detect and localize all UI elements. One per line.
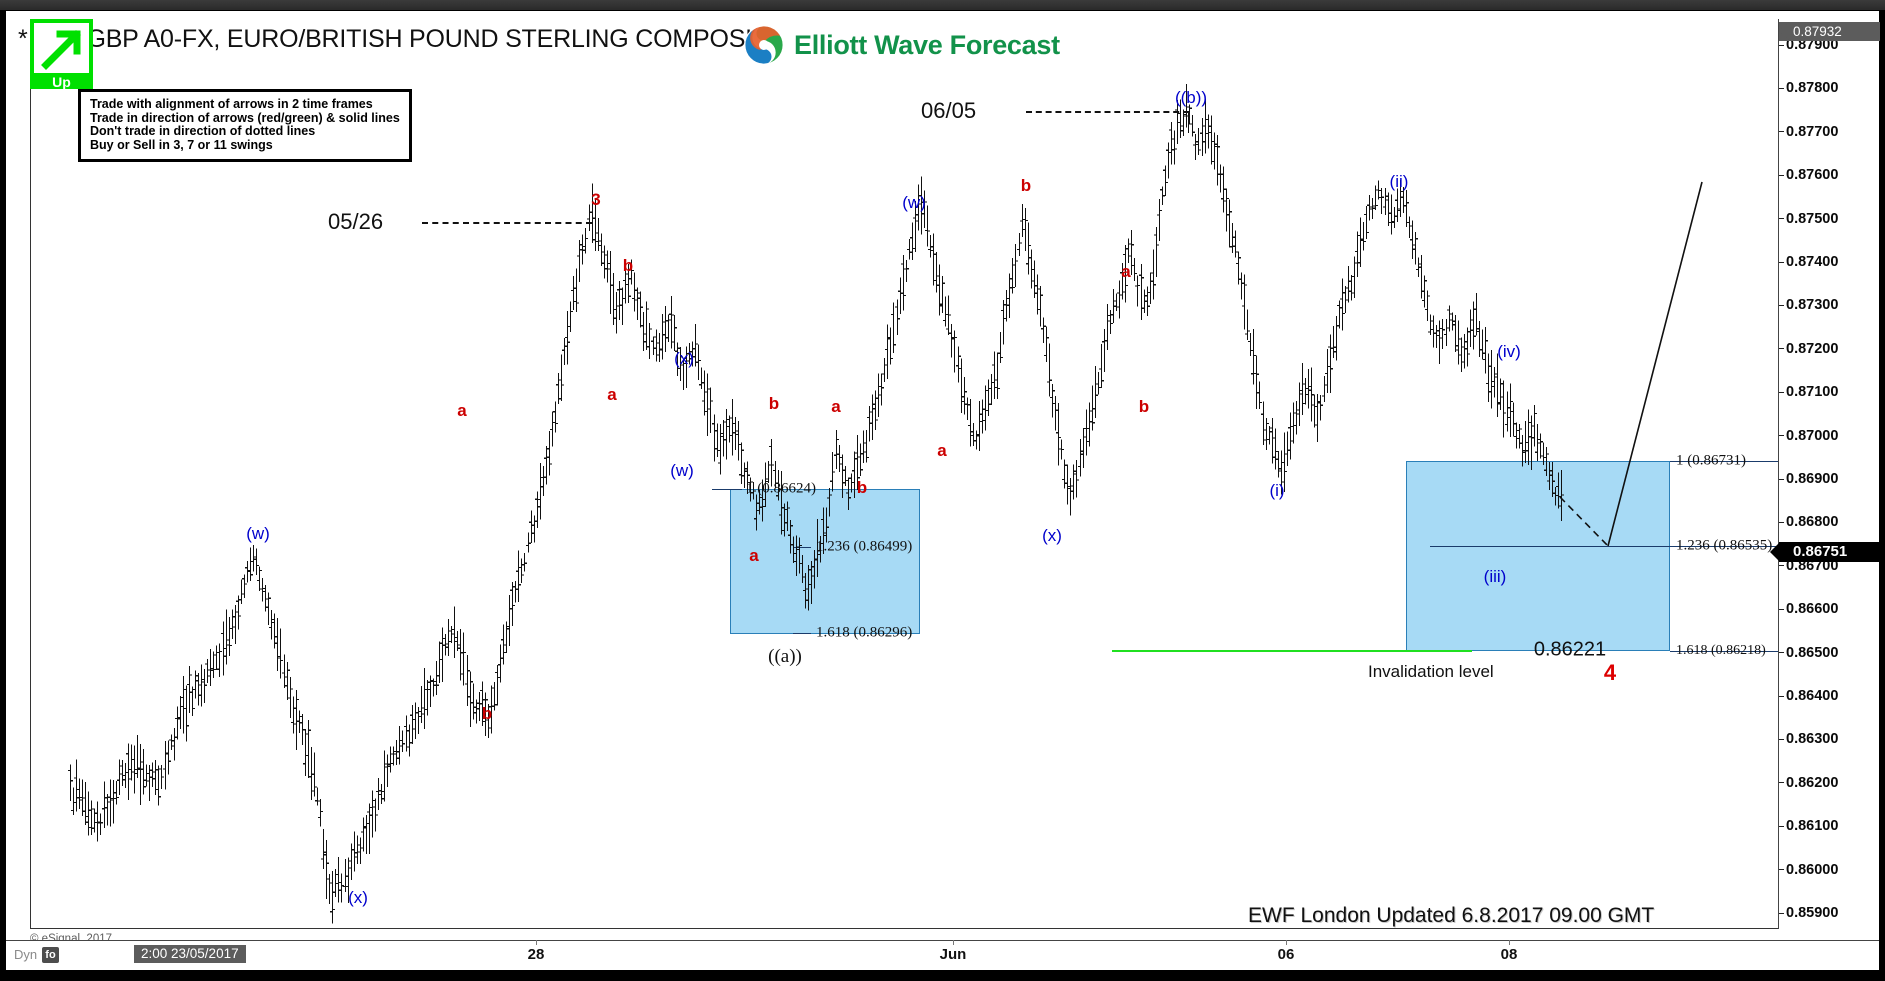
- time-cursor-label: 2:00 23/05/2017: [134, 945, 246, 963]
- last-price-label: 0.86751: [1770, 542, 1880, 562]
- time-tickmark: [953, 940, 954, 945]
- wave-label-a-double: ((a)): [768, 646, 802, 667]
- time-tick: 06: [1277, 946, 1295, 963]
- wave-label-4: 4: [1603, 660, 1617, 685]
- wave-label-w-13: (w): [902, 193, 926, 212]
- price-tick: 0.86200: [1779, 775, 1880, 791]
- forecast-dashed-path: [1559, 496, 1609, 547]
- update-stamp: EWF London Updated 6.8.2017 09.00 GMT: [1248, 904, 1655, 927]
- left-fib-label-1236: 1.236 (0.86499): [816, 538, 913, 555]
- time-tick: 08: [1500, 946, 1518, 963]
- price-tick: 0.87200: [1779, 341, 1880, 357]
- time-tickmark: [536, 940, 537, 945]
- price-tick: 0.87400: [1779, 254, 1880, 270]
- price-tick: 0.86800: [1779, 514, 1880, 530]
- price-tick: 0.85900: [1779, 905, 1880, 921]
- time-tickmark: [1286, 940, 1287, 945]
- trend-up-badge: Up: [30, 19, 93, 90]
- time-axis[interactable]: Dyn fo 2:00 23/05/2017 28 Jun 06 08: [6, 940, 1879, 970]
- wave-label-b-15: b: [1020, 176, 1032, 195]
- wave-label-b-5: b: [622, 256, 634, 275]
- wave-label-a-11: a: [831, 397, 841, 416]
- date-lead-0605: [1026, 111, 1189, 113]
- price-tick: 0.86100: [1779, 818, 1880, 834]
- invalidation-price: 0.86221: [1533, 638, 1607, 661]
- wave-label-b-19: b: [1138, 397, 1150, 416]
- fo-badge-icon[interactable]: fo: [42, 947, 59, 963]
- price-tick: 0.86600: [1779, 601, 1880, 617]
- wave-label-a-18: a: [1121, 262, 1131, 281]
- wave-label-a-6: a: [607, 385, 617, 404]
- price-plot: 1 (0.86624) 1.236 (0.86499) 1.618 (0.862…: [30, 19, 1778, 929]
- price-tick: 0.87800: [1779, 80, 1880, 96]
- price-tick: 0.87300: [1779, 297, 1880, 313]
- chart-canvas: * EURGBP A0-FX, EURO/BRITISH POUND STERL…: [6, 11, 1880, 970]
- arrow-up-right-icon: [34, 23, 89, 73]
- wave-label-x-7: (x): [674, 349, 694, 368]
- time-tickmark: [1509, 940, 1510, 945]
- price-tick: 0.86300: [1779, 731, 1880, 747]
- wave-label-i-20: (i): [1269, 481, 1285, 500]
- price-tick: 0.86000: [1779, 862, 1880, 878]
- date-tag-0605: 06/05: [921, 98, 977, 123]
- forecast-solid-path: [1607, 181, 1703, 547]
- price-tick: 0.87100: [1779, 384, 1880, 400]
- price-cursor-label: 0.87932: [1779, 22, 1880, 41]
- price-tick: 0.86500: [1779, 645, 1880, 661]
- right-fib-label-1236: 1.236 (0.86535): [1676, 537, 1773, 554]
- wave-label-a-14: a: [937, 441, 947, 460]
- time-tick: Jun: [939, 946, 967, 963]
- date-drop-0526: [592, 222, 593, 242]
- price-tick: 0.87600: [1779, 167, 1880, 183]
- price-tick: 0.86400: [1779, 688, 1880, 704]
- wave-label-w-0: (w): [246, 524, 270, 543]
- wave-label-a-1: a: [457, 401, 467, 420]
- wave-label-b-17: ((b)): [1174, 88, 1208, 107]
- dyn-label: Dyn: [14, 947, 38, 962]
- price-tick: 0.87700: [1779, 124, 1880, 140]
- wave-label-a-10: a: [749, 546, 759, 565]
- left-fib-label-1: 1 (0.86624): [746, 480, 816, 497]
- price-tick: 0.87000: [1779, 428, 1880, 444]
- invalidation-line: [1112, 650, 1472, 652]
- wave-label-b-9: b: [768, 394, 780, 413]
- time-tick: 28: [527, 946, 545, 963]
- price-axis[interactable]: 0.87900 0.87800 0.87700 0.87600 0.87500 0.874…: [1770, 19, 1880, 929]
- wave-label-x-3: (x): [348, 888, 368, 907]
- window-titlebar: [0, 0, 1885, 11]
- wave-label-b-2: b: [481, 704, 493, 723]
- price-bars-overlay: [67, 83, 1703, 924]
- price-tick: 0.87500: [1779, 211, 1880, 227]
- left-fib-label-1618: 1.618 (0.86296): [816, 624, 913, 641]
- chart-window: * EURGBP A0-FX, EURO/BRITISH POUND STERL…: [0, 0, 1885, 981]
- date-lead-0526: [422, 222, 592, 224]
- wave-label-x-16: (x): [1042, 526, 1062, 545]
- wave-label-iii: (iii): [1483, 567, 1507, 586]
- wave-label-3-4: 3: [591, 190, 601, 209]
- wave-label-w-8: (w): [670, 461, 694, 480]
- right-fib-label-1618: 1.618 (0.86218): [1676, 643, 1766, 658]
- date-drop-0605: [1188, 111, 1189, 133]
- invalidation-label: Invalidation level: [1368, 662, 1494, 681]
- wave-label-b-12: b: [856, 478, 868, 497]
- date-tag-0526: 05/26: [328, 209, 384, 234]
- wave-label-iv-22: (iv): [1497, 342, 1521, 361]
- price-tick: 0.86900: [1779, 471, 1880, 487]
- wave-label-ii-21: (ii): [1389, 172, 1409, 191]
- right-fib-label-1: 1 (0.86731): [1676, 452, 1746, 469]
- trend-up-caption: Up: [52, 74, 71, 90]
